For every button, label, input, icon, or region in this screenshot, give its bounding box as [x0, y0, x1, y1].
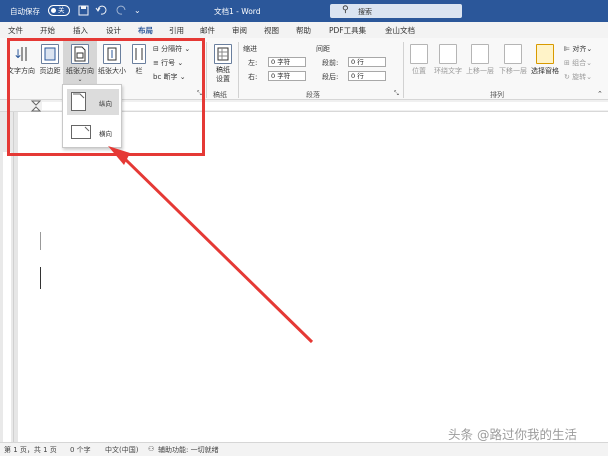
customize-icon[interactable]: ⌄ [134, 5, 141, 17]
margins-button[interactable]: 页边距 [36, 44, 64, 76]
rotate-button[interactable]: ↻ 旋转⌄ [564, 72, 592, 82]
autosave-toggle[interactable]: 关 [48, 5, 70, 16]
orientation-menu: 纵向 横向 [62, 84, 122, 148]
tab-review[interactable]: 审阅 [232, 25, 247, 36]
status-accessibility[interactable]: 辅助功能: 一切就绪 [158, 445, 219, 455]
tab-design[interactable]: 设计 [106, 25, 121, 36]
search-box[interactable]: ⚲ 搜索 [330, 4, 462, 18]
watermark: 头条 @路过你我的生活 [448, 427, 577, 442]
ribbon-tabs: 文件 开始 插入 设计 布局 引用 邮件 审阅 视图 帮助 PDF工具集 金山文… [0, 22, 608, 40]
indent-marker-icon[interactable] [30, 100, 42, 112]
text-cursor [40, 267, 41, 289]
orientation-chevron-icon: ⌄ [77, 76, 83, 83]
draft-settings-button[interactable]: 稿纸设置 [210, 44, 236, 84]
breaks-button[interactable]: ⊟ 分隔符 ⌄ [153, 44, 190, 54]
group-objects-button[interactable]: ⊞ 组合⌄ [564, 58, 592, 68]
document-canvas [14, 112, 608, 442]
paragraph-group-label: 段落 [306, 91, 320, 99]
paragraph-launcher-icon[interactable]: ⤡ [394, 90, 399, 98]
redo-icon[interactable] [116, 5, 128, 20]
indent-right-field[interactable]: 0 字符 [268, 71, 306, 81]
save-icon[interactable] [78, 5, 89, 20]
tab-help[interactable]: 帮助 [296, 25, 311, 36]
selection-pane-icon [536, 44, 554, 64]
tab-layout[interactable]: 布局 [138, 25, 153, 40]
autosave-state: 关 [58, 6, 65, 14]
send-backward-button[interactable]: 下移一层 [497, 44, 529, 76]
status-language[interactable]: 中文(中国) [105, 445, 138, 455]
tab-insert[interactable]: 插入 [73, 25, 88, 36]
landscape-icon [71, 125, 91, 139]
spacing-after-label: 段后: [322, 73, 339, 81]
status-page[interactable]: 第 1 页，共 1 页 [4, 445, 57, 455]
tab-file[interactable]: 文件 [8, 25, 23, 36]
toggle-knob [51, 8, 56, 13]
group-separator [403, 42, 404, 98]
draft-paper-icon [214, 44, 232, 64]
undo-icon[interactable] [95, 5, 107, 20]
collapse-ribbon-icon[interactable]: ⌃ [597, 90, 603, 98]
selection-pane-button[interactable]: 选择窗格 [529, 44, 561, 76]
columns-button[interactable]: 栏 [131, 44, 147, 76]
margin-marker [40, 232, 41, 250]
menu-item-landscape[interactable]: 横向 [67, 119, 119, 145]
spacing-before-label: 段前: [322, 59, 339, 67]
orientation-button[interactable]: 纸张方向 ⌄ [63, 41, 97, 87]
portrait-icon [71, 92, 86, 111]
spacing-before-field[interactable]: 0 行 [348, 57, 386, 67]
line-numbers-button[interactable]: ≡ 行号 ⌄ [153, 58, 183, 68]
tab-pdf-tools[interactable]: PDF工具集 [329, 25, 366, 36]
tab-home[interactable]: 开始 [40, 25, 55, 36]
status-bar: 第 1 页，共 1 页 0 个字 中文(中国) ⚇ 辅助功能: 一切就绪 [0, 442, 608, 456]
search-icon: ⚲ [342, 5, 349, 15]
text-direction-icon: ↓ [12, 44, 30, 64]
send-backward-icon [504, 44, 522, 64]
group-separator [238, 42, 239, 98]
accessibility-icon: ⚇ [148, 445, 155, 453]
vertical-ruler-track [3, 152, 11, 442]
arrange-group-label: 排列 [490, 91, 504, 99]
spacing-after-field[interactable]: 0 行 [348, 71, 386, 81]
indent-right-label: 右: [248, 73, 258, 81]
vertical-ruler[interactable] [0, 112, 14, 442]
tab-mailings[interactable]: 邮件 [200, 25, 215, 36]
autosave-label: 自动保存 [10, 7, 40, 16]
indent-left-field[interactable]: 0 字符 [268, 57, 306, 67]
paper-size-icon [103, 44, 121, 64]
tab-references[interactable]: 引用 [169, 25, 184, 36]
menu-item-portrait[interactable]: 纵向 [67, 89, 119, 115]
position-icon [410, 44, 428, 64]
spacing-label: 间距 [316, 45, 330, 53]
draft-group-label: 稿纸 [213, 91, 227, 99]
page-setup-launcher-icon[interactable]: ⤡ [197, 90, 202, 98]
size-button[interactable]: 纸张大小 [97, 44, 127, 76]
status-words[interactable]: 0 个字 [70, 445, 91, 455]
title-bar: 自动保存 关 ⌄ 文档1 - Word ⚲ 搜索 [0, 0, 608, 22]
align-button[interactable]: ⊫ 对齐⌄ [564, 44, 592, 54]
document-title: 文档1 - Word [214, 7, 261, 16]
bring-forward-icon [471, 44, 489, 64]
ruler-track [42, 102, 608, 110]
bring-forward-button[interactable]: 上移一层 [464, 44, 496, 76]
tab-kingsoft-docs[interactable]: 金山文档 [385, 25, 415, 36]
indent-left-label: 左: [248, 59, 258, 67]
indent-label: 缩进 [243, 45, 257, 53]
text-direction-button[interactable]: ↓ 文字方向 [4, 44, 38, 76]
search-placeholder: 搜索 [358, 8, 372, 16]
document-page[interactable] [18, 112, 608, 442]
hyphenation-button[interactable]: bc 断字 ⌄ [153, 72, 186, 82]
tab-view[interactable]: 视图 [264, 25, 279, 36]
columns-icon [132, 44, 146, 64]
margins-icon [41, 44, 59, 64]
position-button[interactable]: 位置 [405, 44, 433, 76]
wrap-text-button[interactable]: 环绕文字 [433, 44, 463, 76]
orientation-icon [71, 44, 89, 64]
group-separator [206, 42, 207, 98]
wrap-text-icon [439, 44, 457, 64]
